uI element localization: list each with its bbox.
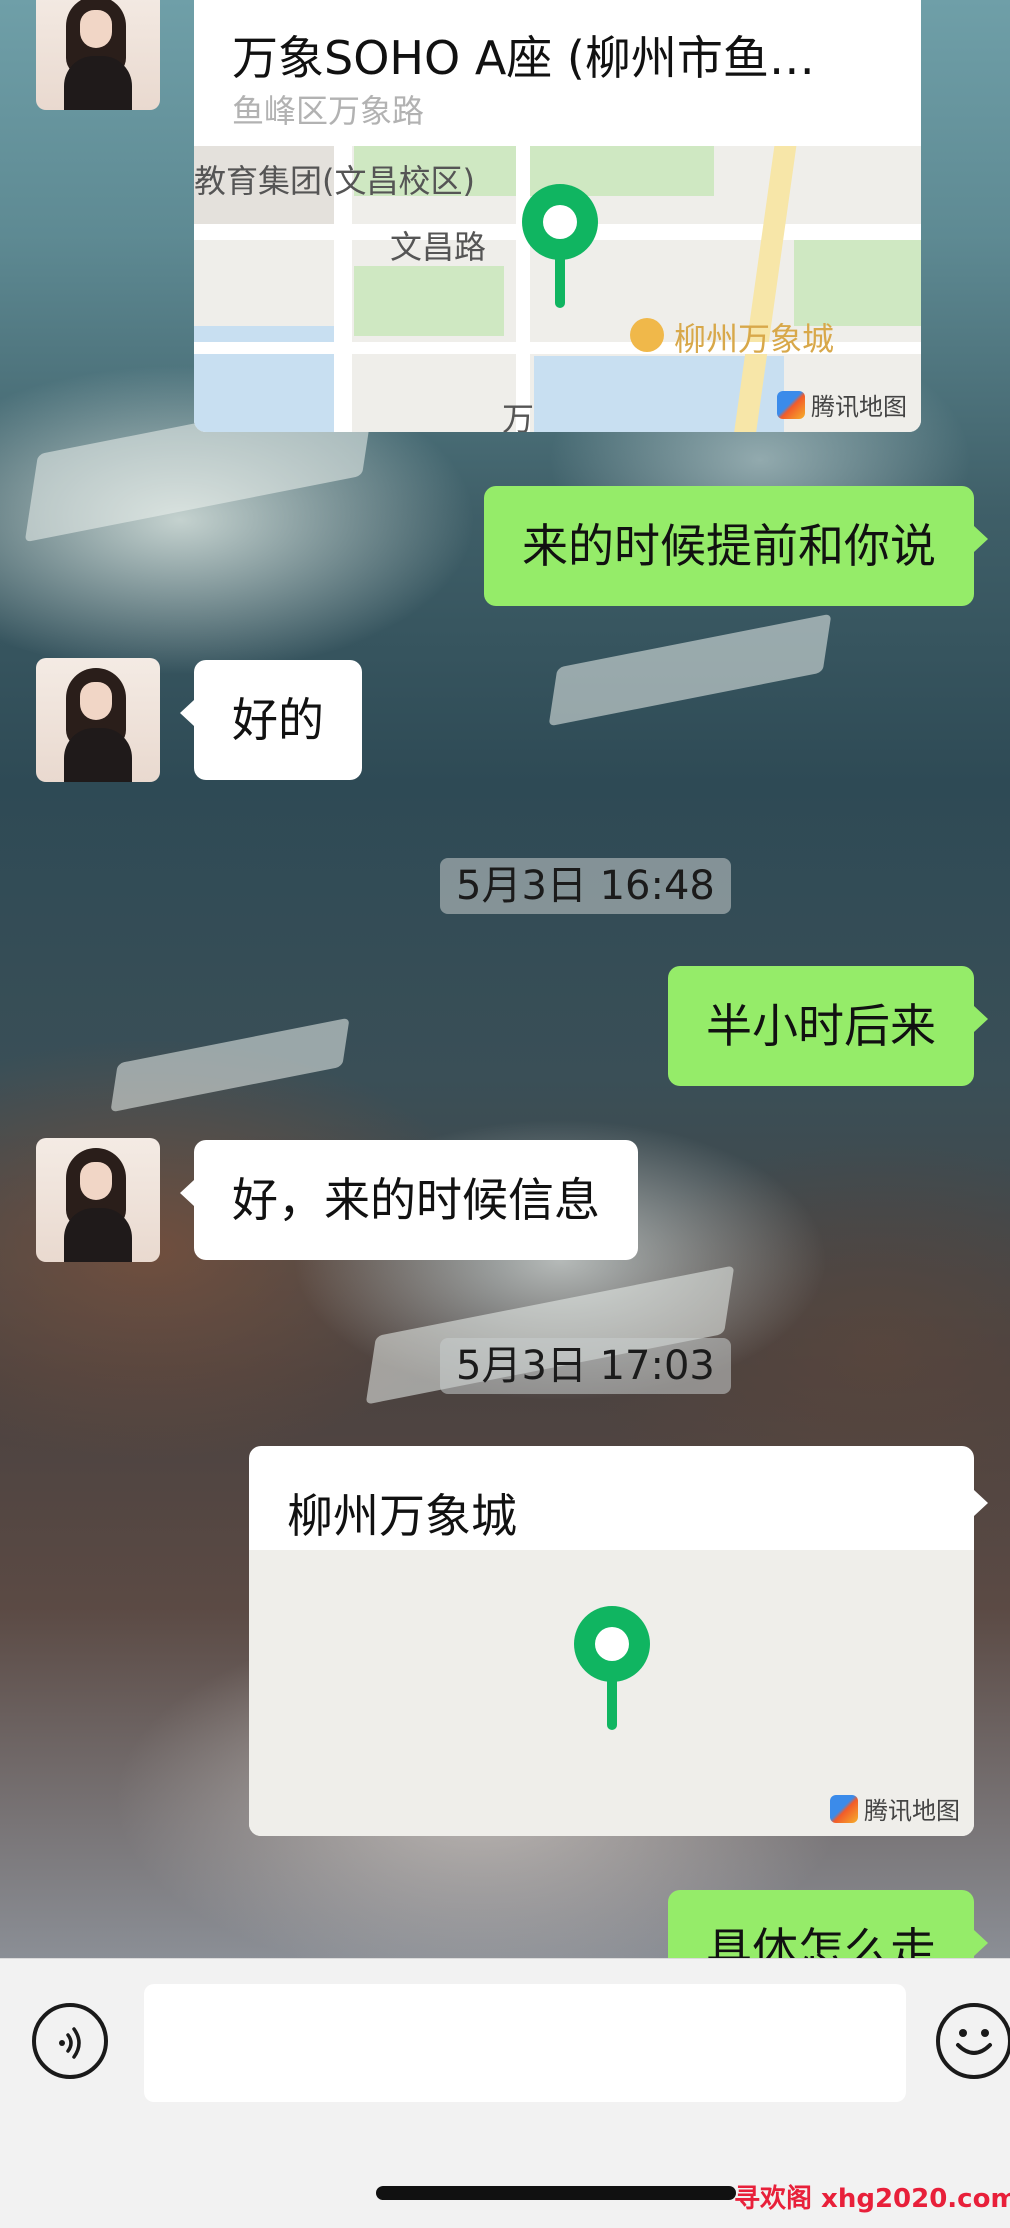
timestamp: 5月3日 16:48	[440, 858, 731, 914]
map-poi-label: 柳州万象城	[674, 320, 835, 358]
tencent-map-brand: 腾讯地图	[830, 1791, 960, 1826]
location-card-bottom[interactable]: 柳州万象城 腾讯地图	[249, 1446, 988, 1836]
map-label: 万	[502, 400, 535, 432]
poi-icon	[630, 318, 664, 352]
contact-avatar[interactable]	[36, 0, 160, 110]
timestamp: 5月3日 17:03	[440, 1338, 731, 1394]
home-indicator[interactable]	[376, 2186, 736, 2200]
voice-icon[interactable]	[32, 2003, 108, 2079]
message-out-1[interactable]: 来的时候提前和你说	[484, 486, 988, 606]
tencent-map-logo-icon	[830, 1794, 858, 1823]
message-in-1[interactable]: 好的	[180, 660, 362, 780]
map-label: 文昌路	[390, 228, 487, 266]
location-map: 腾讯地图	[249, 1550, 974, 1836]
message-in-2[interactable]: 好，来的时候信息	[180, 1140, 638, 1260]
tencent-map-brand: 腾讯地图	[777, 387, 907, 422]
contact-avatar[interactable]	[36, 1138, 160, 1262]
location-title: 万象SOHO A座 (柳州市鱼…	[232, 31, 815, 85]
location-map: 教育集团(文昌校区) 文昌路 柳州万象城 万 腾讯地图	[194, 146, 921, 432]
tencent-map-logo-icon	[777, 390, 805, 419]
map-label: 教育集团(文昌校区)	[194, 162, 475, 200]
message-input[interactable]	[144, 1984, 906, 2102]
contact-avatar[interactable]	[36, 658, 160, 782]
location-address: 鱼峰区万象路	[232, 92, 425, 130]
location-pin-icon	[522, 184, 598, 308]
location-title: 柳州万象城	[287, 1489, 517, 1543]
emoji-icon[interactable]	[936, 2003, 1010, 2079]
message-out-2[interactable]: 半小时后来	[668, 966, 988, 1086]
location-pin-icon	[574, 1606, 650, 1730]
location-card-top[interactable]: 万象SOHO A座 (柳州市鱼… 鱼峰区万象路 教育集团(文昌校区) 文昌路 柳…	[194, 0, 921, 432]
watermark: 寻欢阁 xhg2020.com	[734, 2184, 1010, 2214]
